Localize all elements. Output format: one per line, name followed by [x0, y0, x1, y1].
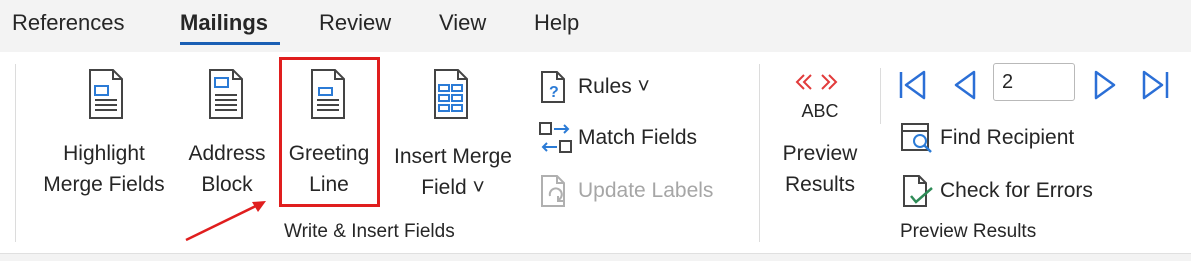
rules-icon: ? — [541, 71, 565, 103]
document-icon — [209, 69, 243, 119]
tab-view[interactable]: View — [439, 10, 486, 36]
tab-help[interactable]: Help — [534, 10, 579, 36]
address-label-1: Address — [188, 142, 266, 165]
check-errors-icon — [903, 175, 933, 207]
annotation-arrow — [185, 201, 266, 242]
insert-merge-field-button[interactable]: Insert Merge Field ˅ — [384, 62, 522, 212]
preview-label-1: Preview — [782, 142, 858, 165]
highlight-label-1: Highlight — [63, 142, 145, 165]
match-fields-icon — [539, 122, 572, 153]
write-insert-group-label: Write & Insert Fields — [284, 221, 455, 242]
preview-separator — [880, 68, 881, 124]
active-tab-indicator — [180, 42, 280, 45]
previous-record-icon[interactable] — [951, 68, 979, 102]
update-labels-label: Update Labels — [578, 179, 714, 202]
group-separator — [15, 64, 16, 242]
check-for-errors-label: Check for Errors — [940, 179, 1093, 202]
find-recipient-button[interactable]: Find Recipient — [898, 121, 1108, 155]
first-record-icon[interactable] — [897, 68, 929, 102]
preview-results-button[interactable]: ABC Preview Results — [772, 62, 868, 212]
next-record-icon[interactable] — [1091, 68, 1119, 102]
address-block-button[interactable]: Address Block — [180, 62, 274, 212]
insert-merge-label-2: Field ˅ — [421, 176, 485, 199]
rules-button[interactable]: ? Rules ˅ — [536, 70, 676, 104]
group-separator — [759, 64, 760, 242]
match-fields-label: Match Fields — [578, 126, 698, 149]
tab-references[interactable]: References — [12, 10, 125, 36]
document-icon — [434, 69, 468, 119]
preview-label-2: Results — [784, 173, 856, 196]
update-labels-button[interactable]: Update Labels — [536, 174, 736, 208]
preview-results-group-label: Preview Results — [900, 221, 1037, 242]
highlight-label-2: Merge Fields — [43, 173, 165, 196]
annotation-highlight-box — [279, 57, 380, 207]
svg-text:?: ? — [549, 84, 559, 101]
record-number-input[interactable] — [993, 63, 1075, 101]
abc-label: ABC — [801, 101, 839, 121]
ribbon-tab-bar: References Mailings Review View Help — [0, 0, 1191, 52]
find-recipient-label: Find Recipient — [940, 126, 1075, 149]
match-fields-button[interactable]: Match Fields — [536, 121, 726, 155]
insert-merge-label-1: Insert Merge — [394, 145, 512, 168]
check-for-errors-button[interactable]: Check for Errors — [898, 174, 1128, 208]
last-record-icon[interactable] — [1139, 68, 1171, 102]
rules-label: Rules ˅ — [578, 75, 650, 98]
preview-results-icon — [795, 74, 838, 90]
highlight-merge-fields-button[interactable]: Highlight Merge Fields — [30, 62, 178, 212]
find-recipient-icon — [901, 123, 932, 153]
document-icon — [89, 69, 123, 119]
update-labels-icon — [541, 175, 565, 207]
tab-review[interactable]: Review — [319, 10, 391, 36]
tab-mailings[interactable]: Mailings — [180, 10, 268, 36]
